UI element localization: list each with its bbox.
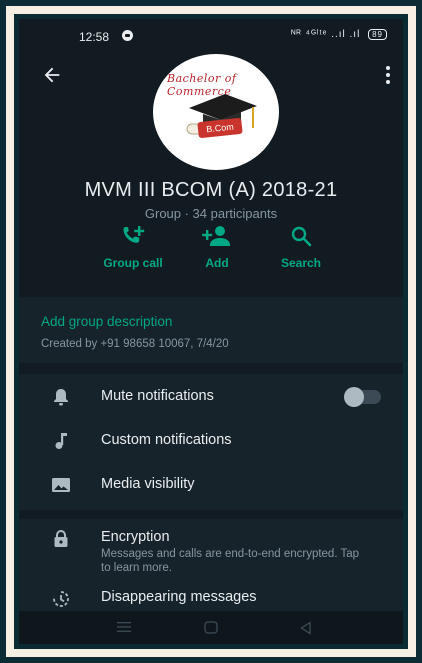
group-call-button[interactable]: Group call — [93, 224, 173, 270]
encryption-row[interactable]: Encryption Messages and calls are end-to… — [19, 519, 403, 575]
disappearing-messages-label: Disappearing messages — [101, 589, 257, 605]
group-call-label: Group call — [103, 256, 163, 270]
back-arrow-icon[interactable] — [41, 64, 63, 86]
add-label: Add — [205, 256, 229, 270]
image-icon — [52, 478, 70, 492]
home-icon[interactable] — [204, 621, 218, 635]
signal-icon: ..ıl .ıl — [331, 29, 361, 40]
status-time: 12:58 — [79, 30, 110, 44]
call-add-icon — [123, 226, 145, 243]
group-avatar[interactable]: Bachelor of Commerce B.Com — [153, 54, 279, 170]
battery-icon: 89 — [368, 29, 387, 40]
mute-toggle[interactable] — [344, 387, 381, 407]
search-label: Search — [280, 256, 322, 270]
timer-icon — [53, 591, 69, 607]
lock-icon — [54, 530, 68, 547]
search-button[interactable]: Search — [261, 224, 341, 270]
more-options-icon[interactable] — [385, 65, 391, 85]
group-title: MVM III BCOM (A) 2018-21 — [84, 179, 338, 201]
person-add-icon — [202, 226, 230, 246]
phone-screen: 12:58 ᴺᴿ ⁴ᴳˡᵗᵉ ..ıl .ıl 89 Bachelor of C… — [19, 19, 403, 644]
description-section: Add group description Created by +91 986… — [19, 297, 403, 363]
encryption-label: Encryption — [101, 529, 170, 545]
signal-indicator: ᴺᴿ ⁴ᴳˡᵗᵉ — [291, 29, 328, 40]
status-icons: ᴺᴿ ⁴ᴳˡᵗᵉ ..ıl .ıl 89 — [291, 29, 387, 40]
search-icon — [291, 226, 312, 247]
status-bar: 12:58 ᴺᴿ ⁴ᴳˡᵗᵉ ..ıl .ıl 89 — [19, 19, 403, 53]
system-nav-bar — [19, 611, 403, 644]
group-subtitle: Group · 34 participants — [144, 206, 278, 221]
add-participant-button[interactable]: Add — [177, 224, 257, 270]
notification-icon — [122, 30, 133, 41]
back-nav-icon[interactable] — [299, 621, 313, 635]
notification-settings-section: Mute notifications Custom notifications … — [19, 374, 403, 510]
music-note-icon — [55, 433, 67, 449]
media-visibility-row[interactable]: Media visibility — [19, 462, 403, 506]
add-description-link[interactable]: Add group description — [41, 314, 172, 329]
privacy-section: Encryption Messages and calls are end-to… — [19, 519, 403, 611]
mute-toggle-knob — [344, 387, 364, 407]
recents-menu-icon[interactable] — [117, 621, 131, 633]
disappearing-messages-row[interactable]: Disappearing messages — [19, 581, 403, 611]
bell-icon — [54, 389, 68, 406]
encryption-subtitle: Messages and calls are end-to-end encryp… — [101, 548, 360, 574]
custom-notifications-label: Custom notifications — [101, 432, 232, 448]
mute-notifications-row[interactable]: Mute notifications — [19, 374, 403, 418]
mute-notifications-label: Mute notifications — [101, 388, 214, 404]
media-visibility-label: Media visibility — [101, 476, 195, 492]
created-by-text: Created by +91 98658 10067, 7/4/20 — [41, 338, 229, 350]
custom-notifications-row[interactable]: Custom notifications — [19, 418, 403, 462]
